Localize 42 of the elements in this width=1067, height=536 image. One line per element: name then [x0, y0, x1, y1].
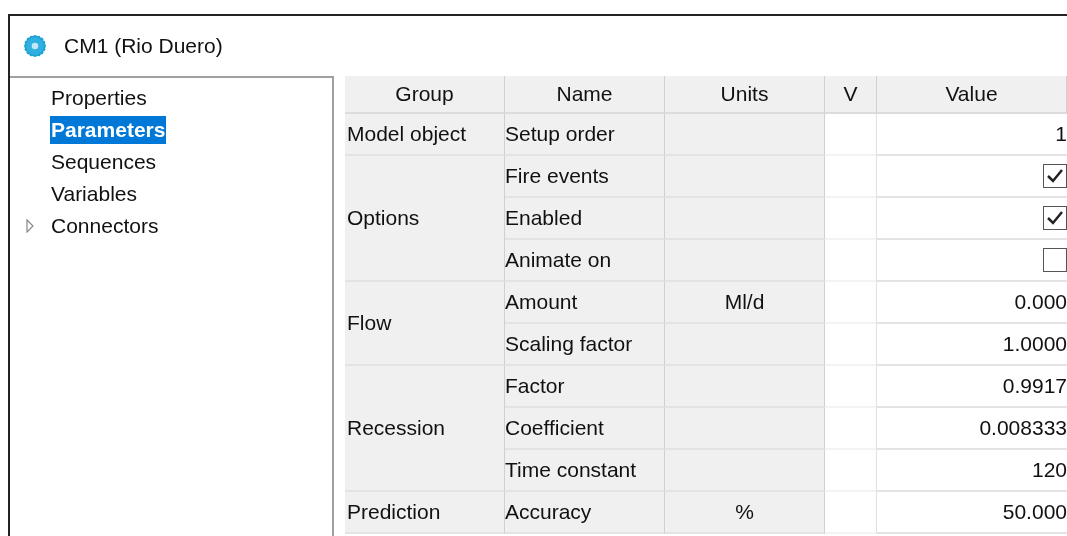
value-cell-text: 0.000: [1014, 289, 1067, 316]
name-cell-text: Scaling factor: [505, 331, 633, 358]
units-cell-text: %: [735, 499, 754, 526]
tree-item[interactable]: Sequences: [50, 148, 158, 176]
name-cell-text: Enabled: [505, 205, 583, 232]
name-cell-text: Time constant: [505, 457, 637, 484]
value-cell-text: 0.008333: [979, 415, 1067, 442]
name-cell-text: Fire events: [505, 163, 609, 190]
checkbox[interactable]: [1043, 248, 1067, 272]
checkmark-icon: [1046, 168, 1064, 184]
tree-item[interactable]: Properties: [50, 84, 148, 112]
group-cell-text: Recession: [347, 415, 446, 442]
group-cell-text: Flow: [347, 310, 392, 337]
name-cell-text: Factor: [505, 373, 565, 400]
value-cell-text: 1.0000: [1002, 331, 1067, 358]
name-cell-text: Coefficient: [505, 415, 604, 442]
checkbox[interactable]: [1043, 164, 1067, 188]
gear-icon: [24, 35, 46, 57]
checkmark-icon: [1046, 210, 1064, 226]
column-header[interactable]: Units: [665, 76, 825, 114]
units-cell-text: Ml/d: [724, 289, 765, 316]
checkbox[interactable]: [1043, 206, 1067, 230]
tree-item[interactable]: Parameters: [50, 116, 167, 144]
group-cell-text: Model object: [347, 121, 467, 148]
name-cell-text: Accuracy: [505, 499, 592, 526]
column-header[interactable]: Value: [877, 76, 1067, 114]
column-header[interactable]: V: [825, 76, 877, 114]
column-header[interactable]: Group: [345, 76, 505, 114]
value-cell-text: 0.9917: [1002, 373, 1067, 400]
name-cell-text: Setup order: [505, 121, 615, 148]
tree-item[interactable]: Connectors: [50, 212, 160, 240]
window-title: CM1 (Rio Duero): [64, 33, 223, 60]
group-cell-text: Options: [347, 205, 420, 232]
tree-item[interactable]: Variables: [50, 180, 138, 208]
name-cell-text: Animate on: [505, 247, 612, 274]
name-cell-text: Amount: [505, 289, 578, 316]
group-cell-text: Prediction: [347, 499, 441, 526]
value-cell-text: 1: [1055, 121, 1067, 148]
column-header[interactable]: Name: [505, 76, 665, 114]
value-cell-text: 120: [1031, 457, 1067, 484]
caret-right-icon[interactable]: [25, 219, 35, 233]
value-cell-text: 50.000: [1002, 499, 1067, 526]
